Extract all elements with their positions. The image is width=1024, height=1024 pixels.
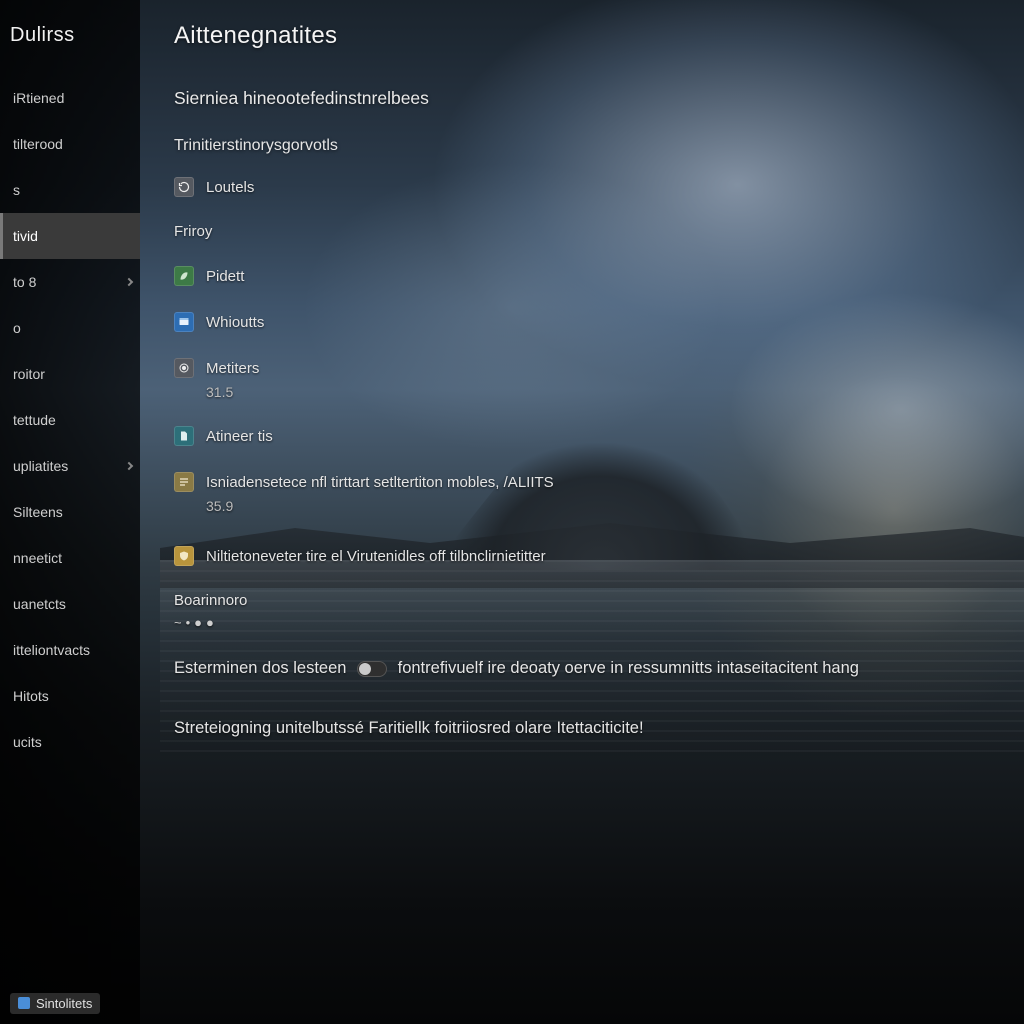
- sidebar-title: Dulirss: [0, 20, 140, 75]
- body-line-1a: Esterminen dos lesteen: [174, 659, 346, 677]
- row-label: Whioutts: [206, 314, 264, 331]
- sidebar-item-7[interactable]: tettude: [0, 397, 140, 443]
- row-label: Pidett: [206, 268, 244, 285]
- sidebar-item-label: uanetcts: [13, 596, 66, 612]
- body-line-1: Esterminen dos lesteen fontrefivuelf ire…: [174, 656, 998, 682]
- row-label: Atineer tis: [206, 428, 273, 445]
- sidebar-item-label: to 8: [13, 274, 36, 290]
- main-pane: Aittenegnatites Sierniea hineootefedinst…: [148, 0, 1024, 1024]
- sidebar-item-label: itteliontvacts: [13, 642, 90, 658]
- row-milieter[interactable]: Niltietoneveter tire el Virutenidles off…: [174, 546, 998, 566]
- sidebar-item-label: Hitots: [13, 688, 49, 704]
- sidebar: Dulirss iRtiened tilterood s tivid to 8 …: [0, 0, 140, 1024]
- row-merters-value: 31.5: [174, 384, 998, 400]
- sidebar-bottom-label: Sintolitets: [36, 996, 92, 1011]
- sidebar-item-label: ucits: [13, 734, 42, 750]
- row-refresh[interactable]: Loutels: [174, 177, 998, 197]
- sidebar-item-label: roitor: [13, 366, 45, 382]
- row-label: Loutels: [206, 179, 254, 196]
- sidebar-item-2[interactable]: s: [0, 167, 140, 213]
- section-heading: Sierniea hineootefedinstnrelbees: [174, 88, 998, 109]
- row-label: Niltietoneveter tire el Virutenidles off…: [206, 548, 546, 565]
- target-icon: [174, 358, 194, 378]
- row-spark: ~•●●: [174, 615, 998, 630]
- sidebar-item-label: Silteens: [13, 504, 63, 520]
- sidebar-item-6[interactable]: roitor: [0, 351, 140, 397]
- sidebar-item-4[interactable]: to 8: [0, 259, 140, 305]
- app-tile-icon: [18, 997, 30, 1009]
- file-icon: [174, 426, 194, 446]
- sidebar-item-11[interactable]: uanetcts: [0, 581, 140, 627]
- sidebar-item-13[interactable]: Hitots: [0, 673, 140, 719]
- row-value: 31.5: [206, 384, 233, 400]
- chevron-right-icon: [125, 278, 133, 286]
- row-value: 35.9: [206, 498, 233, 514]
- sidebar-item-label: upliatites: [13, 458, 68, 474]
- sidebar-item-0[interactable]: iRtiened: [0, 75, 140, 121]
- sidebar-item-label: tilterood: [13, 136, 63, 152]
- row-long-modes[interactable]: Isniadensetece nfl tirttart setltertiton…: [174, 472, 998, 492]
- list-icon: [174, 472, 194, 492]
- sidebar-item-3[interactable]: tivid: [0, 213, 140, 259]
- row-label: Isniadensetece nfl tirttart setltertiton…: [206, 474, 554, 491]
- row-amerts[interactable]: Atineer tis: [174, 426, 998, 446]
- spark-dots-icon: ~•●●: [174, 615, 218, 630]
- sidebar-item-label: tivid: [13, 228, 38, 244]
- chevron-right-icon: [125, 462, 133, 470]
- sidebar-bottom: Sintolitets: [0, 983, 140, 1024]
- body-line-1b: fontrefivuelf ire deoaty oerve in ressum…: [398, 659, 859, 677]
- row-label: Friroy: [174, 223, 212, 240]
- sidebar-item-12[interactable]: itteliontvacts: [0, 627, 140, 673]
- refresh-icon: [174, 177, 194, 197]
- row-windows[interactable]: Whioutts: [174, 312, 998, 332]
- row-label: Metiters: [206, 360, 259, 377]
- row-merters[interactable]: Metiters: [174, 358, 998, 378]
- shield-icon: [174, 546, 194, 566]
- leaf-icon: [174, 266, 194, 286]
- sidebar-item-10[interactable]: nneetict: [0, 535, 140, 581]
- sidebar-bottom-chip[interactable]: Sintolitets: [10, 993, 100, 1014]
- sidebar-item-5[interactable]: o: [0, 305, 140, 351]
- sidebar-item-9[interactable]: Silteens: [0, 489, 140, 535]
- row-borrirard[interactable]: Boarinnoro: [174, 592, 998, 609]
- bottom-line: Streteiogning unitelbutssé Faritiellk fo…: [174, 716, 998, 742]
- inline-toggle[interactable]: [357, 661, 387, 677]
- sidebar-item-1[interactable]: tilterood: [0, 121, 140, 167]
- sidebar-item-label: s: [13, 182, 20, 198]
- row-long-modes-value: 35.9: [174, 498, 998, 514]
- sidebar-item-label: iRtiened: [13, 90, 64, 106]
- sidebar-item-8[interactable]: upliatites: [0, 443, 140, 489]
- sidebar-item-14[interactable]: ucits: [0, 719, 140, 765]
- sidebar-item-label: tettude: [13, 412, 56, 428]
- row-frinoy[interactable]: Friroy: [174, 223, 998, 240]
- window-icon: [174, 312, 194, 332]
- sidebar-item-label: o: [13, 320, 21, 336]
- row-label: Boarinnoro: [174, 592, 247, 609]
- sidebar-item-label: nneetict: [13, 550, 62, 566]
- row-piedt[interactable]: Pidett: [174, 266, 998, 286]
- page-title: Aittenegnatites: [174, 22, 998, 50]
- subsection-heading: Trinitierstinorysgorvotls: [174, 137, 998, 155]
